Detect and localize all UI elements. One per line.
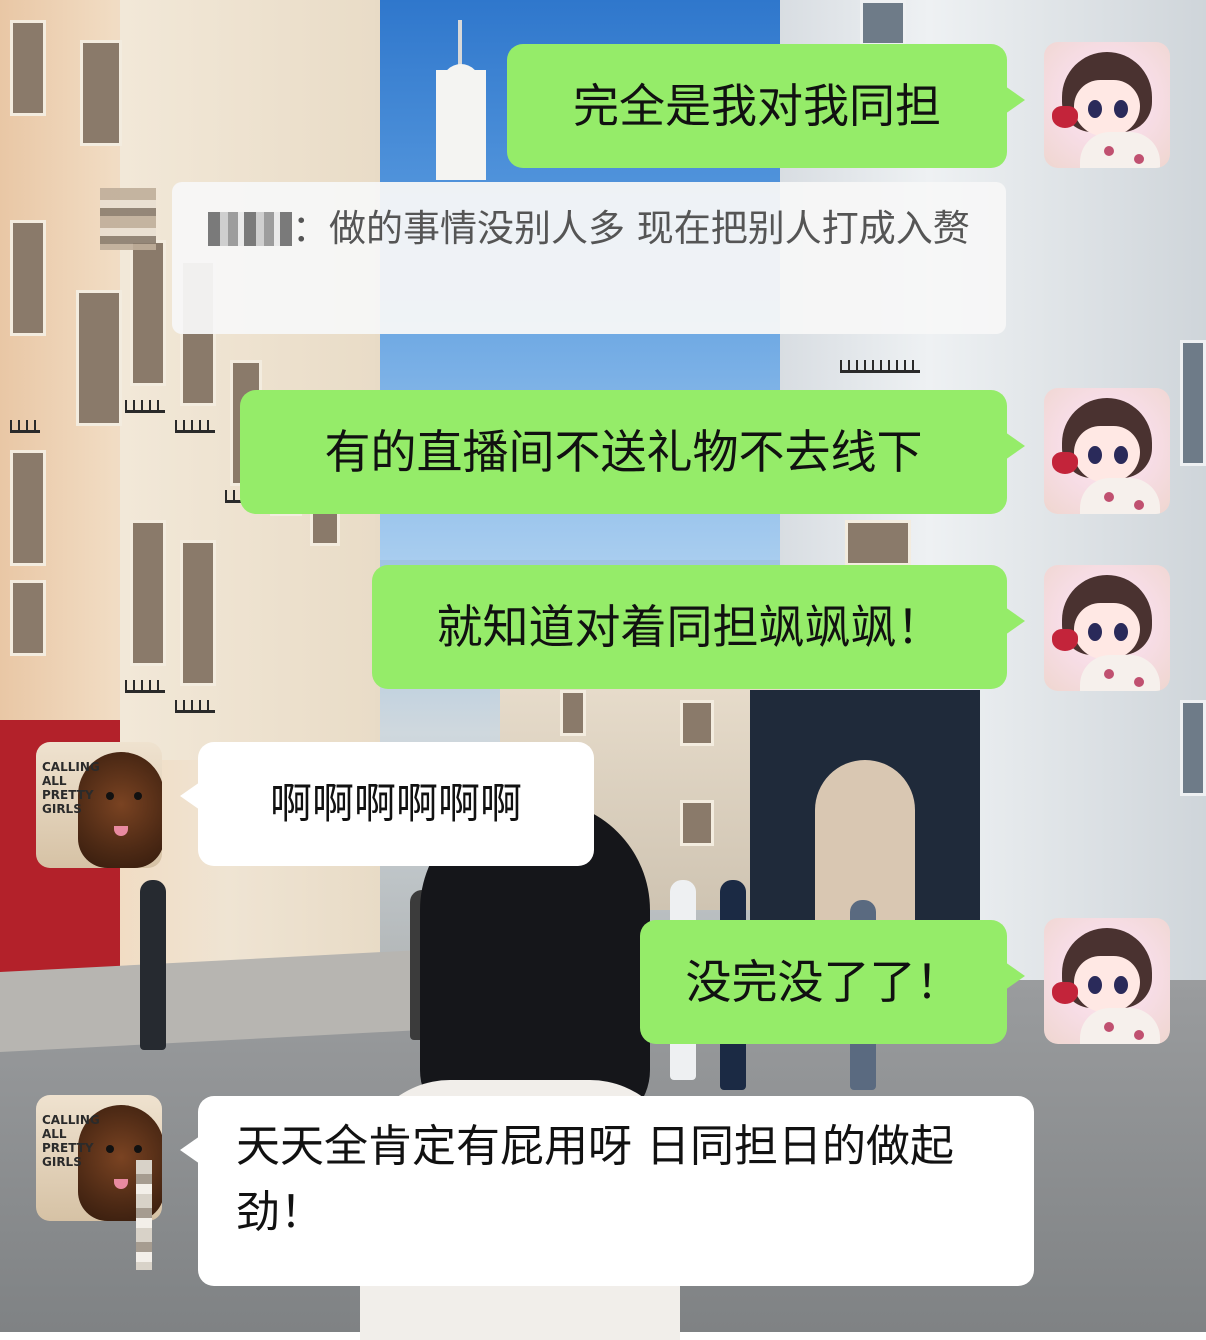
message-text: 没完没了了！ bbox=[685, 955, 962, 1009]
redacted-name bbox=[208, 212, 292, 246]
window bbox=[1180, 340, 1206, 466]
window bbox=[130, 520, 166, 666]
balcony bbox=[175, 420, 215, 433]
balcony bbox=[125, 400, 165, 413]
window bbox=[10, 580, 46, 656]
message-bubble-sent[interactable]: 就知道对着同担飒飒飒！ bbox=[372, 565, 1025, 689]
avatar-caption: CALLING ALL PRETTY GIRLS bbox=[42, 760, 100, 816]
message-bubble-received[interactable]: 啊啊啊啊啊啊 bbox=[180, 742, 594, 866]
doll-avatar-icon[interactable] bbox=[1044, 388, 1170, 514]
tower-spire bbox=[458, 20, 462, 70]
window bbox=[80, 40, 122, 146]
balcony bbox=[840, 360, 920, 373]
message-text: 啊啊啊啊啊啊 bbox=[269, 779, 522, 828]
window bbox=[10, 20, 46, 116]
tower bbox=[436, 70, 486, 180]
window bbox=[10, 450, 46, 566]
shop-arch bbox=[815, 760, 915, 920]
window bbox=[845, 520, 911, 566]
doll-avatar-icon[interactable] bbox=[1044, 42, 1170, 168]
window bbox=[680, 700, 714, 746]
window bbox=[1180, 700, 1206, 796]
window bbox=[560, 690, 586, 736]
message-text: 天天全肯定有屁用呀 日同担日的做起劲！ bbox=[236, 1121, 954, 1238]
balcony bbox=[10, 420, 40, 433]
avatar-caption: CALLING ALL PRETTY GIRLS bbox=[42, 1113, 100, 1169]
dog-avatar-icon[interactable]: CALLING ALL PRETTY GIRLS bbox=[36, 742, 162, 868]
window bbox=[680, 800, 714, 846]
window bbox=[130, 240, 166, 386]
message-bubble-sent[interactable]: 完全是我对我同担 bbox=[507, 44, 1025, 168]
window bbox=[180, 540, 216, 686]
message-text: 就知道对着同担飒飒飒！ bbox=[436, 600, 943, 654]
redacted-avatar bbox=[100, 188, 156, 250]
doll-avatar-icon[interactable] bbox=[1044, 565, 1170, 691]
doll-avatar-icon[interactable] bbox=[1044, 918, 1170, 1044]
redacted-strip bbox=[136, 1160, 152, 1270]
balcony bbox=[125, 680, 165, 693]
quote-text: 做的事情没别人多 现在把别人打成入赘 bbox=[329, 207, 970, 250]
message-text: 有的直播间不送礼物不去线下 bbox=[324, 425, 923, 479]
message-bubble-sent[interactable]: 有的直播间不送礼物不去线下 bbox=[240, 390, 1025, 514]
window bbox=[76, 290, 122, 426]
message-bubble-sent[interactable]: 没完没了了！ bbox=[640, 920, 1025, 1044]
window bbox=[10, 220, 46, 336]
message-text: 完全是我对我同担 bbox=[573, 79, 941, 133]
message-bubble-received[interactable]: 天天全肯定有屁用呀 日同担日的做起劲！ bbox=[180, 1096, 1034, 1286]
quote-separator: ： bbox=[292, 207, 329, 250]
pedestrian bbox=[140, 880, 166, 1050]
quoted-message[interactable]: ：做的事情没别人多 现在把别人打成入赘 bbox=[172, 182, 1006, 334]
balcony bbox=[175, 700, 215, 713]
window bbox=[860, 0, 906, 46]
